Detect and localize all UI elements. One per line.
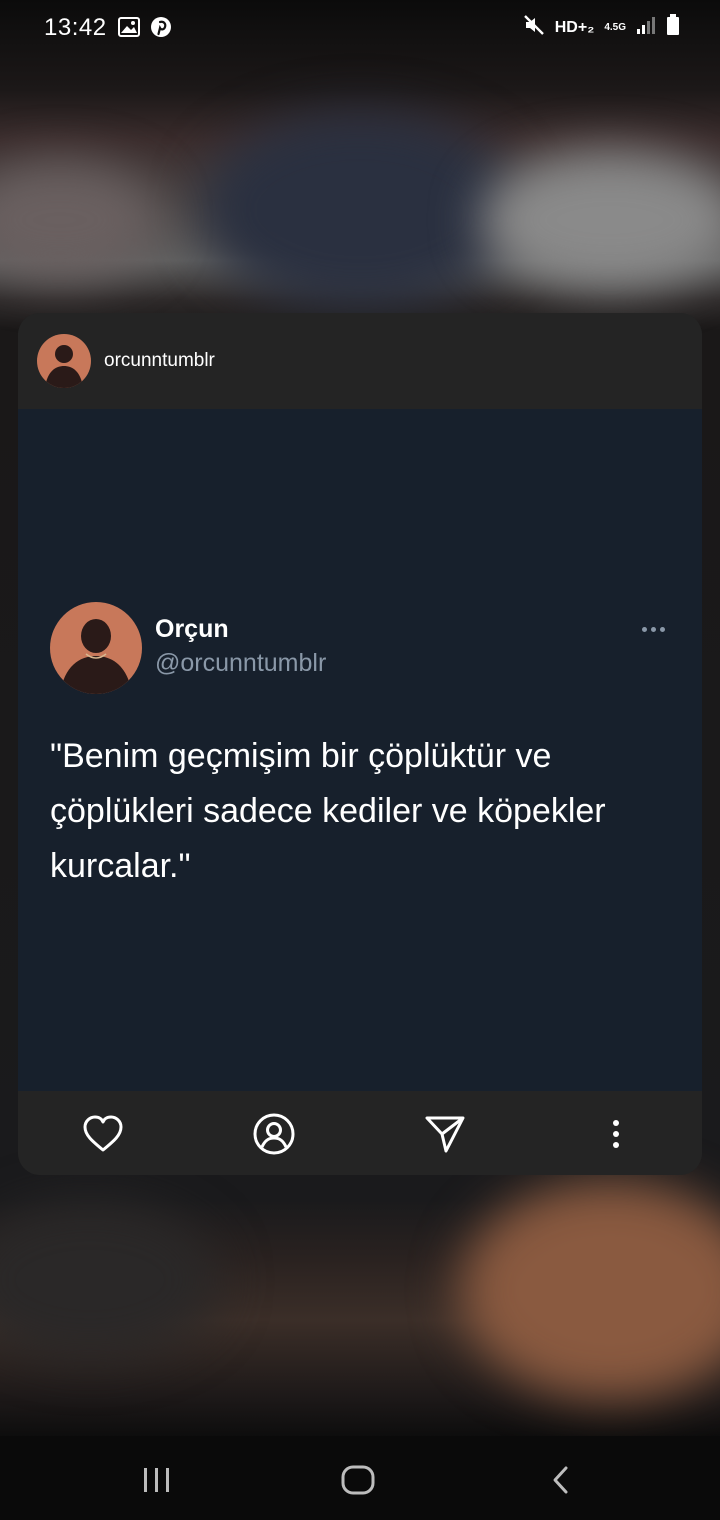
system-nav-bar: [0, 1436, 720, 1520]
status-right-icons: HD+₂ 4.5G: [523, 14, 680, 41]
back-icon[interactable]: [538, 1458, 582, 1502]
post-card: orcunntumblr Orçun @orcunntumblr "Benim …: [18, 313, 702, 1175]
tweet-display-name: Orçun: [155, 615, 229, 643]
home-icon[interactable]: [336, 1458, 380, 1502]
action-bar: [18, 1091, 702, 1175]
avatar[interactable]: [37, 334, 91, 388]
battery-icon: [666, 14, 680, 41]
more-vertical-icon[interactable]: [593, 1111, 639, 1157]
status-time: 13:42: [44, 14, 107, 41]
blur-shape: [0, 1200, 220, 1360]
blur-shape: [0, 160, 160, 280]
mute-icon: [523, 14, 545, 41]
status-left-icons: [118, 16, 172, 43]
pinterest-icon: [150, 16, 172, 43]
tweet-image: Orçun @orcunntumblr "Benim geçmişim bir …: [18, 409, 702, 1091]
signal-icon: [636, 15, 656, 40]
tweet-text: "Benim geçmişim bir çöplüktür ve çöplükl…: [50, 737, 606, 885]
tweet-avatar: [50, 602, 142, 694]
network-label: HD+₂: [554, 18, 595, 36]
blur-shape: [200, 110, 520, 310]
send-icon[interactable]: [422, 1111, 468, 1157]
blur-shape: [460, 1180, 720, 1400]
gallery-icon: [118, 17, 140, 42]
blur-shape: [480, 150, 720, 290]
tweet-handle: @orcunntumblr: [155, 649, 327, 677]
header-username[interactable]: orcunntumblr: [104, 350, 215, 372]
profile-icon[interactable]: [251, 1111, 297, 1157]
heart-icon[interactable]: [80, 1111, 126, 1157]
network-type-label: 4.5G: [604, 22, 626, 33]
recent-apps-icon[interactable]: [135, 1458, 179, 1502]
status-bar: 13:42 HD+₂ 4.5G: [0, 0, 720, 56]
card-header: orcunntumblr: [18, 313, 702, 409]
tweet-more-icon: [638, 619, 668, 639]
